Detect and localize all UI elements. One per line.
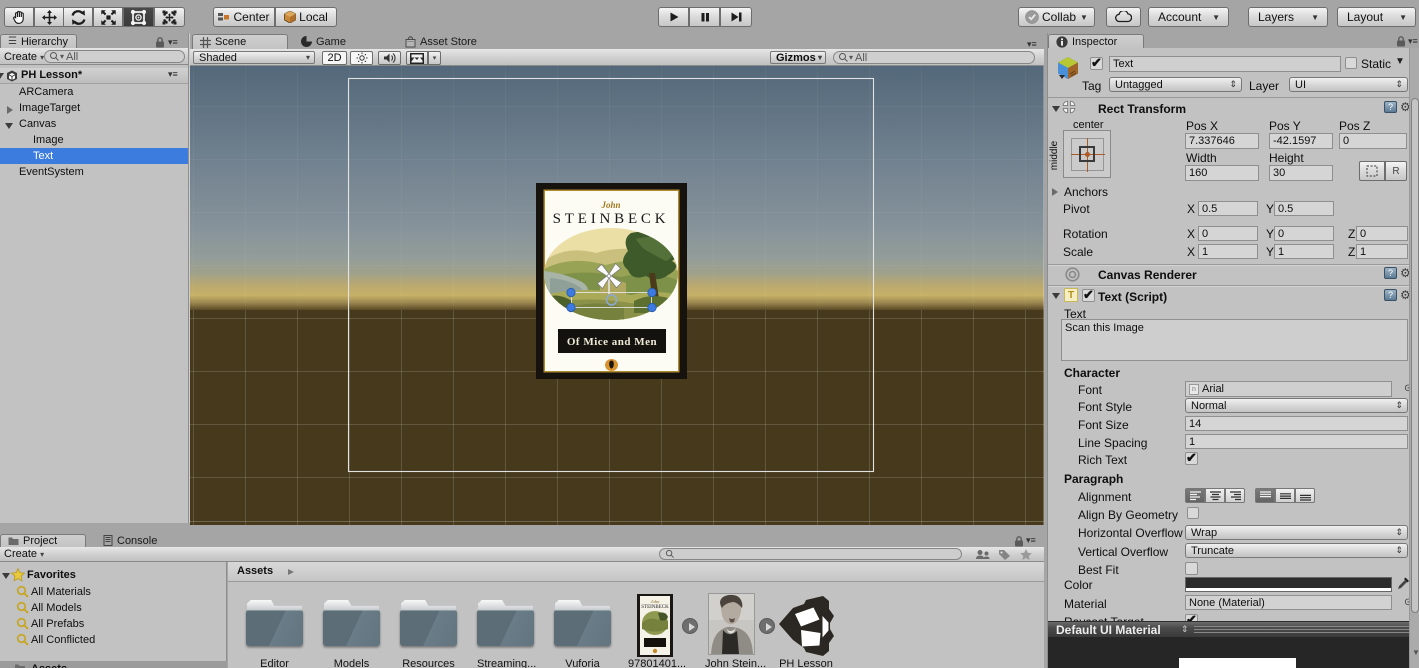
- svg-text:John: John: [651, 599, 660, 604]
- svg-text:STEINBECK: STEINBECK: [641, 605, 669, 610]
